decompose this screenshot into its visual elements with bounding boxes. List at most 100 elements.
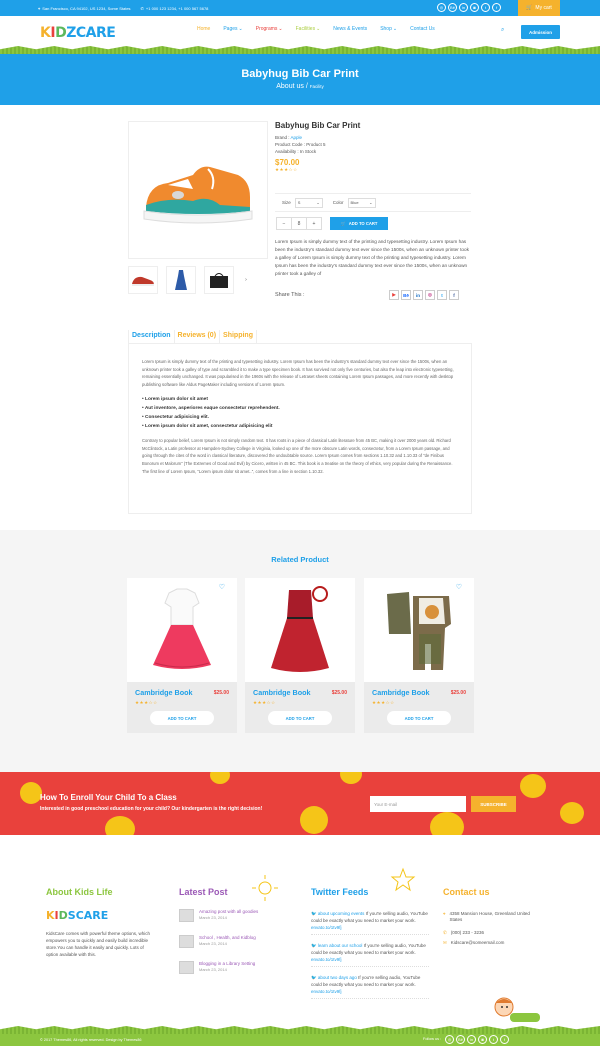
list-item[interactable]: Blogging in a Library Setting March 23, 2… (179, 961, 255, 974)
linkedin-icon[interactable]: in (467, 1035, 476, 1044)
twitter-icon[interactable]: t (481, 3, 490, 12)
post-thumbnail (179, 935, 194, 948)
twitter-icon: 🐦 (311, 975, 317, 980)
nav-programs[interactable]: Programs ⌄ (256, 26, 283, 32)
product-tabs: Description Reviews (0) Shipping (128, 330, 472, 344)
footer: About Kids Life KIDSCARE KidsCare comes … (0, 835, 600, 1035)
add-to-cart-button[interactable]: ADD TO CART (268, 711, 332, 725)
thumbnail-bag[interactable] (204, 266, 234, 294)
add-to-cart-button[interactable]: 🛒 ADD TO CART (330, 217, 388, 230)
feature-list: Lorem ipsum dolor sit amet Aut inventore… (142, 395, 458, 431)
thumbnail-shoe[interactable] (128, 266, 158, 294)
product-card[interactable]: ♡ Cambridge Book $25.00 ★★★☆☆ ADD TO CAR… (127, 578, 237, 733)
qty-plus-button[interactable]: + (307, 218, 321, 229)
breadcrumb-current: Facility (309, 84, 324, 89)
breadcrumb-separator: / (305, 83, 308, 90)
youtube-icon[interactable]: ▶ (389, 290, 399, 300)
nav-facilities[interactable]: Facilities ⌄ (296, 26, 321, 32)
location-icon: ⌖ (443, 911, 446, 916)
latest-post-title: Latest Post (179, 887, 228, 897)
nav-shop[interactable]: Shop ⌄ (380, 26, 397, 32)
list-item[interactable]: Amazing post with all goodies March 23, 2… (179, 909, 258, 922)
product-card[interactable]: Cambridge Book $25.00 ★★★☆☆ ADD TO CART (245, 578, 355, 733)
list-item[interactable]: School , Health, and Kidblog March 23, 20… (179, 935, 256, 948)
behance-icon[interactable]: Bē (448, 3, 457, 12)
instagram-icon[interactable]: ◙ (470, 3, 479, 12)
twitter-icon[interactable]: t (489, 1035, 498, 1044)
add-to-cart-button[interactable]: ADD TO CART (150, 711, 214, 725)
paint-splash (210, 772, 230, 784)
product-card-image[interactable]: ♡ (127, 578, 237, 682)
add-to-cart-button[interactable]: ADD TO CART (387, 711, 451, 725)
size-select[interactable]: S ⌄ (294, 197, 323, 208)
instagram-icon[interactable]: ◙ (478, 1035, 487, 1044)
post-thumbnail (179, 961, 194, 974)
product-card[interactable]: ♡ Cambridge Book $25.00 ★★★☆☆ ADD TO CAR… (364, 578, 474, 733)
paint-splash (340, 772, 362, 784)
behance-icon[interactable]: Bē (401, 290, 411, 300)
brand-row: Brand : Apple (275, 135, 303, 140)
product-card-name[interactable]: Cambridge Book (253, 688, 311, 697)
brand-link[interactable]: Apple (291, 135, 303, 140)
breadcrumb-parent[interactable]: About us (276, 83, 304, 90)
instagram-icon[interactable]: ◎ (445, 1035, 454, 1044)
enroll-subtitle: Interested in good preschool education f… (40, 806, 263, 812)
description-paragraph: Contrary to popular belief, Lorem Ipsum … (142, 437, 453, 474)
tab-description[interactable]: Description (128, 330, 175, 343)
linkedin-icon[interactable]: in (413, 290, 423, 300)
logo[interactable]: KIDZCARE (40, 25, 116, 41)
product-main-image[interactable] (128, 121, 268, 259)
nav-contact[interactable]: Contact Us (410, 26, 435, 32)
facebook-icon[interactable]: f (492, 3, 501, 12)
product-card-name[interactable]: Cambridge Book (372, 688, 430, 697)
tab-reviews[interactable]: Reviews (0) (175, 330, 221, 343)
heart-icon[interactable]: ♡ (456, 583, 462, 591)
nav-pages[interactable]: Pages ⌄ (223, 26, 242, 32)
contact-email[interactable]: ✉ Kidscare@someemail.com (443, 940, 504, 946)
rating-stars: ★★★☆☆ (275, 167, 298, 172)
instagram-icon[interactable]: ◎ (437, 3, 446, 12)
product-card-image[interactable]: ♡ (364, 578, 474, 682)
list-item: Consectetur adipisicing elit. (142, 413, 458, 422)
product-meta: Brand : Apple Product Code : Product 5 A… (275, 134, 475, 155)
product-card-price: $25.00 (213, 690, 229, 696)
heart-icon[interactable]: ♡ (219, 583, 225, 591)
enroll-section: How To Enroll Your Child To a Class Inte… (0, 772, 600, 835)
page-title: Babyhug Bib Car Print (241, 68, 359, 80)
nav-news-events[interactable]: News & Events (333, 26, 367, 32)
qty-input[interactable]: 8 (292, 218, 307, 229)
product-options: Size S ⌄ Color Blue ⌄ (275, 193, 471, 212)
behance-icon[interactable]: Bē (456, 1035, 465, 1044)
star-doodle-icon (390, 867, 416, 892)
qty-minus-button[interactable]: − (277, 218, 292, 229)
follow-label: Follow us : (423, 1037, 442, 1041)
tab-shipping[interactable]: Shipping (220, 330, 257, 343)
breadcrumb: About us / Facility (0, 83, 600, 90)
linkedin-icon[interactable]: in (459, 3, 468, 12)
subscribe-button[interactable]: SUBSCRIBE (471, 796, 516, 812)
thumbnail-next-icon[interactable]: › (242, 266, 250, 294)
email-field[interactable]: Your E-mail (370, 796, 466, 812)
list-item: Lorem ipsum dolor sit amet, consectetur … (142, 422, 458, 431)
product-card-price: $25.00 (331, 690, 347, 696)
admission-button[interactable]: Admission (521, 25, 560, 39)
location-icon: ⌖ (38, 5, 41, 11)
paint-splash (430, 812, 464, 835)
cart-button[interactable]: 🛒 My cart (518, 0, 560, 16)
product-card-image[interactable] (245, 578, 355, 682)
phone-icon: ✆ (443, 930, 447, 935)
product-card-name[interactable]: Cambridge Book (135, 688, 193, 697)
search-icon[interactable]: ⌕ (501, 27, 504, 34)
color-select[interactable]: Blue ⌄ (347, 197, 376, 208)
thumbnail-dress[interactable] (166, 266, 196, 294)
nav-home[interactable]: Home (197, 26, 210, 32)
facebook-icon[interactable]: f (500, 1035, 509, 1044)
paint-splash (560, 802, 584, 824)
cart-icon: 🛒 (340, 220, 346, 226)
twitter-icon[interactable]: t (437, 290, 447, 300)
availability: Availability : In Stock (275, 149, 317, 154)
quantity-stepper: − 8 + (276, 217, 322, 230)
tweet: 🐦 learn about our school If you're selli… (311, 942, 429, 967)
facebook-icon[interactable]: f (449, 290, 459, 300)
instagram-icon[interactable]: ◎ (425, 290, 435, 300)
